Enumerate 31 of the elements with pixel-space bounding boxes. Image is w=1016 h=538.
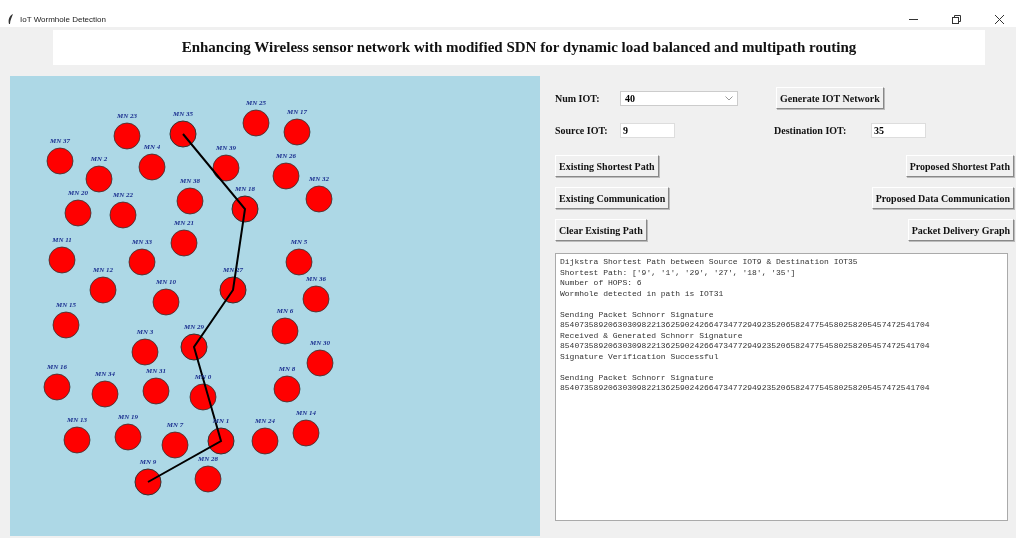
log-line: Dijkstra Shortest Path between Source IOT9 & Destination IOT35: [560, 257, 858, 266]
log-line: Received & Generated Schnorr Signature: [560, 330, 743, 340]
action-button[interactable]: Clear Existing Path: [555, 219, 647, 241]
action-button[interactable]: Proposed Data Communication: [871, 187, 1014, 209]
action-button[interactable]: Existing Communication: [555, 187, 670, 209]
log-line: Signature Verification Successful: [560, 351, 719, 361]
destination-iot-field[interactable]: 35: [871, 122, 926, 138]
generate-network-button[interactable]: Generate IOT Network: [776, 87, 884, 109]
action-button[interactable]: Existing Shortest Path: [555, 155, 659, 177]
feather-icon: [8, 14, 14, 24]
chevron-down-icon: [725, 95, 733, 101]
app-title: Enhancing Wireless sensor network with modified SDN for dynamic load balanced and multipath routing: [53, 30, 985, 65]
action-button[interactable]: Proposed Shortest Path: [905, 155, 1014, 177]
field-label: Num IOT:: [555, 92, 601, 104]
restore-icon[interactable]: [952, 14, 961, 24]
log-line: Sending Packet Schnorr Signature: [560, 372, 714, 382]
log-line: Wormhole detected in path is IOT31: [560, 288, 724, 298]
field-label: Destination IOT:: [774, 124, 848, 136]
log-line: 85407358920630309822136259024266473477294923520658247754580258205457472541704: [560, 320, 930, 329]
log-line: Sending Packet Schnorr Signature: [560, 309, 714, 319]
action-button[interactable]: Packet Delivery Graph: [907, 219, 1014, 241]
num-iot-dropdown[interactable]: 40: [620, 90, 738, 106]
log-line: 85407358920630309822136259024266473477294923520658247754580258205457472541704: [560, 341, 930, 350]
output-log[interactable]: [555, 253, 1008, 521]
log-line: 85407358920630309822136259024266473477294923520658247754580258205457472541704: [560, 383, 930, 392]
log-line: Number of HOPS: 6: [560, 278, 642, 287]
window-title: IoT Wormhole Detection: [20, 14, 106, 24]
source-iot-field[interactable]: 9: [620, 122, 675, 138]
close-icon[interactable]: [995, 14, 1004, 24]
field-label: Source IOT:: [555, 124, 609, 136]
log-line: Shortest Path: ['9', '1', '29', '27', '18', '35']: [560, 267, 796, 277]
